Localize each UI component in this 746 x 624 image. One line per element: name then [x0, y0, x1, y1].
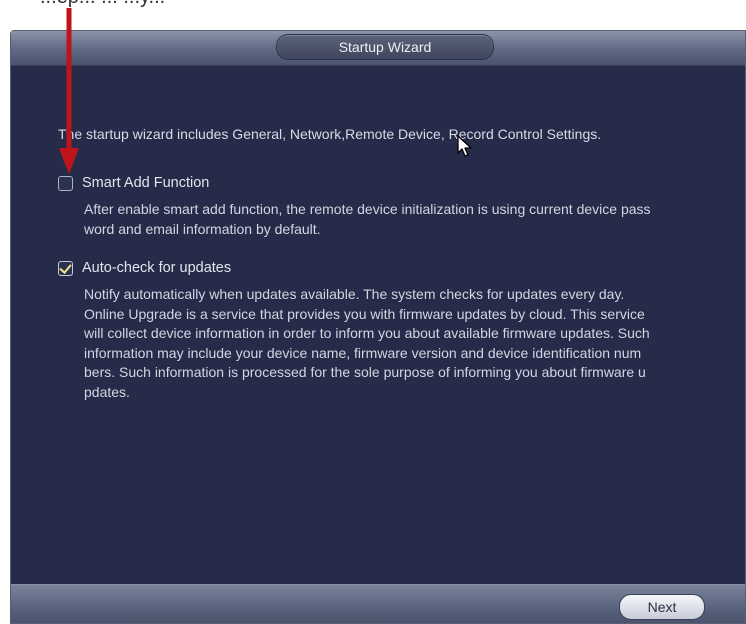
- wizard-content: The startup wizard includes General, Net…: [11, 65, 745, 585]
- auto-check-description: Notify automatically when updates availa…: [84, 286, 650, 400]
- mouse-cursor-icon: [457, 135, 472, 157]
- next-button[interactable]: Next: [619, 594, 705, 620]
- auto-check-checkbox[interactable]: [58, 261, 73, 276]
- cropped-caption-text: ...ep... ... ...y...: [40, 0, 740, 28]
- smart-add-description: After enable smart add function, the rem…: [84, 201, 651, 237]
- title-bar: Startup Wizard: [11, 31, 745, 66]
- auto-check-label[interactable]: Auto-check for updates: [82, 260, 231, 276]
- footer-bar: Next: [11, 584, 745, 623]
- window-title: Startup Wizard: [276, 34, 494, 60]
- intro-text: The startup wizard includes General, Net…: [58, 126, 602, 142]
- smart-add-label[interactable]: Smart Add Function: [82, 175, 209, 191]
- smart-add-checkbox[interactable]: [58, 176, 73, 191]
- startup-wizard-window: Startup Wizard The startup wizard includ…: [10, 30, 746, 624]
- checkmark-icon: [59, 261, 72, 274]
- red-arrow-annotation: [59, 8, 79, 174]
